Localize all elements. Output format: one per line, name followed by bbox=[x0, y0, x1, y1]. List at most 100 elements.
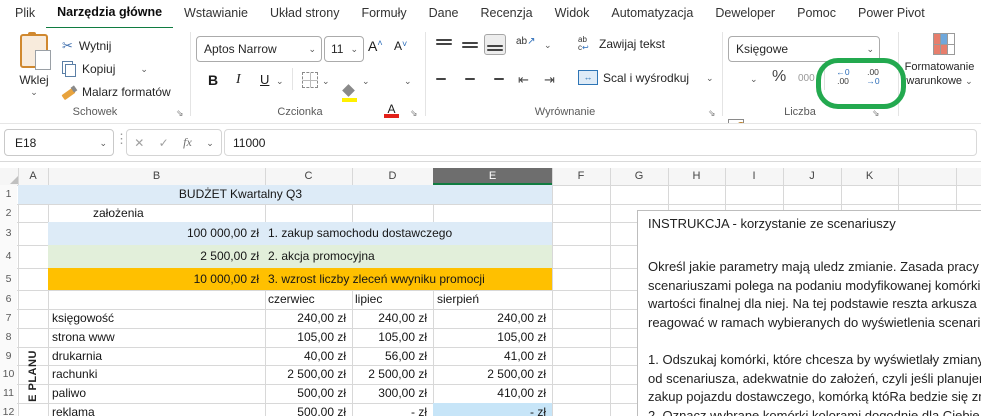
tab-dane[interactable]: Dane bbox=[418, 0, 470, 28]
tab-automatyzacja[interactable]: Automatyzacja bbox=[600, 0, 704, 28]
align-top-icon[interactable] bbox=[436, 38, 452, 53]
cell-value[interactable]: 500,00 zł bbox=[266, 403, 346, 416]
select-all-corner[interactable] bbox=[10, 176, 18, 184]
cell-value[interactable]: 105,00 zł bbox=[266, 328, 346, 347]
cell-value[interactable]: 105,00 zł bbox=[434, 328, 546, 347]
row-header-4[interactable]: 4 bbox=[0, 245, 17, 268]
format-painter-button[interactable]: Malarz formatów bbox=[61, 85, 171, 101]
instruction-textbox[interactable]: INSTRUKCJA - korzystanie ze scenariuszy … bbox=[637, 210, 981, 416]
row-header-12[interactable]: 12 bbox=[0, 403, 17, 416]
fill-color-icon[interactable] bbox=[342, 84, 358, 102]
cell-value[interactable]: 41,00 zł bbox=[434, 347, 546, 365]
decrease-indent-icon[interactable]: ⇤ bbox=[518, 72, 529, 88]
font-color-icon[interactable]: A bbox=[384, 102, 399, 118]
row-header-11[interactable]: 11 bbox=[0, 384, 17, 403]
row-header-5[interactable]: 5 bbox=[0, 268, 17, 290]
formula-input[interactable]: 11000 bbox=[224, 129, 977, 156]
cell-assumptions[interactable]: założenia bbox=[93, 204, 263, 222]
cell-expense-name[interactable]: księgowość bbox=[52, 309, 262, 328]
font-dialog-launcher[interactable]: ⇘ bbox=[410, 108, 418, 118]
cell-value[interactable]: - zł bbox=[434, 403, 546, 416]
underline-menu-chevron[interactable]: ⌄ bbox=[276, 76, 284, 86]
row-header-9[interactable]: 9 bbox=[0, 347, 17, 365]
column-header-i[interactable]: I bbox=[725, 168, 783, 185]
column-header-j[interactable]: J bbox=[783, 168, 841, 185]
font-name-combo[interactable]: Aptos Narrow ⌄ bbox=[196, 36, 322, 62]
accounting-format-chevron[interactable]: ⌄ bbox=[750, 74, 758, 84]
cell-value[interactable]: 500,00 zł bbox=[266, 384, 346, 403]
cell-value[interactable]: 2 500,00 zł bbox=[434, 365, 546, 384]
name-box[interactable]: E18 ⌄ bbox=[4, 129, 114, 156]
cell-expense-name[interactable]: reklama bbox=[52, 403, 262, 416]
column-header-d[interactable]: D bbox=[352, 168, 433, 185]
column-header-g[interactable]: G bbox=[610, 168, 668, 185]
copy-button[interactable]: Kopiuj ⌄ bbox=[62, 61, 148, 77]
column-header-c[interactable]: C bbox=[265, 168, 352, 185]
column-header-f[interactable]: F bbox=[552, 168, 610, 185]
cell-value[interactable]: 240,00 zł bbox=[266, 309, 346, 328]
tab-wstawianie[interactable]: Wstawianie bbox=[173, 0, 259, 28]
cell-scenario3-amount[interactable]: 10 000,00 zł bbox=[50, 268, 259, 290]
cell-value[interactable]: 240,00 zł bbox=[434, 309, 546, 328]
tab-uklad-strony[interactable]: Układ strony bbox=[259, 0, 350, 28]
cell-scenario1-label[interactable]: 1. zakup samochodu dostawczego bbox=[268, 222, 550, 245]
cell-value[interactable]: 300,00 zł bbox=[354, 384, 427, 403]
row-header-1[interactable]: 1 bbox=[0, 185, 17, 204]
enter-icon[interactable]: ✓ bbox=[159, 136, 169, 150]
row-header-2[interactable]: 2 bbox=[0, 204, 17, 222]
cell-month-czerwiec[interactable]: czerwiec bbox=[268, 290, 350, 309]
cell-expense-name[interactable]: strona www bbox=[52, 328, 262, 347]
tab-narzedzia-glowne[interactable]: Narzędzia główne bbox=[46, 0, 174, 30]
cell-value[interactable]: 56,00 zł bbox=[354, 347, 427, 365]
orientation-icon[interactable]: ab↗ bbox=[516, 36, 536, 47]
cell-month-sierpien[interactable]: sierpień bbox=[437, 290, 550, 309]
cell-month-lipiec[interactable]: lipiec bbox=[355, 290, 431, 309]
cell-value[interactable]: 240,00 zł bbox=[354, 309, 427, 328]
cell-title[interactable]: BUDŻET Kwartalny Q3 bbox=[48, 185, 433, 204]
comma-style-button[interactable]: 000 bbox=[798, 73, 815, 84]
column-header-k[interactable]: K bbox=[841, 168, 898, 185]
wrap-text-button[interactable]: ab c↩ Zawijaj tekst bbox=[578, 36, 665, 52]
tab-deweloper[interactable]: Deweloper bbox=[704, 0, 786, 28]
cell-value[interactable]: 2 500,00 zł bbox=[354, 365, 427, 384]
tab-plik[interactable]: Plik bbox=[4, 0, 46, 28]
number-dialog-launcher[interactable]: ⇘ bbox=[872, 108, 880, 118]
font-color-chevron[interactable]: ⌄ bbox=[404, 76, 412, 86]
align-right-icon[interactable] bbox=[488, 72, 504, 86]
cell-scenario3-label[interactable]: 3. wzrost liczby zleceń wwyniku promocji bbox=[268, 268, 550, 290]
insert-function-icon[interactable]: fx bbox=[183, 135, 192, 150]
font-size-combo[interactable]: 11 ⌄ bbox=[324, 36, 364, 62]
align-middle-icon[interactable] bbox=[462, 38, 478, 52]
row-header-7[interactable]: 7 bbox=[0, 309, 17, 328]
cell-scenario2-amount[interactable]: 2 500,00 zł bbox=[50, 245, 259, 268]
cell-value[interactable]: 2 500,00 zł bbox=[266, 365, 346, 384]
increase-indent-icon[interactable]: ⇥ bbox=[544, 72, 555, 88]
row-header-8[interactable]: 8 bbox=[0, 328, 17, 347]
row-header-3[interactable]: 3 bbox=[0, 222, 17, 245]
cell-scenario1-amount[interactable]: 100 000,00 zł bbox=[50, 222, 259, 245]
cell-expense-name[interactable]: rachunki bbox=[52, 365, 262, 384]
borders-menu-chevron[interactable]: ⌄ bbox=[322, 76, 330, 86]
row-header-10[interactable]: 10 bbox=[0, 365, 17, 384]
alignment-dialog-launcher[interactable]: ⇘ bbox=[708, 108, 716, 118]
cell-value[interactable]: 40,00 zł bbox=[266, 347, 346, 365]
chevron-down-icon[interactable]: ⌄ bbox=[206, 138, 214, 148]
cut-button[interactable]: ✂ Wytnij bbox=[62, 38, 111, 54]
tab-pomoc[interactable]: Pomoc bbox=[786, 0, 847, 28]
italic-button[interactable]: I bbox=[236, 72, 241, 88]
merge-center-button[interactable]: ↔ Scal i wyśrodkuj ⌄ bbox=[578, 70, 714, 85]
cell-value[interactable]: 105,00 zł bbox=[354, 328, 427, 347]
align-left-icon[interactable] bbox=[436, 72, 452, 86]
align-bottom-icon[interactable] bbox=[484, 34, 506, 55]
tab-widok[interactable]: Widok bbox=[544, 0, 601, 28]
clipboard-dialog-launcher[interactable]: ⇘ bbox=[176, 108, 184, 118]
orientation-chevron[interactable]: ⌄ bbox=[544, 40, 552, 50]
tab-recenzja[interactable]: Recenzja bbox=[470, 0, 544, 28]
align-center-icon[interactable] bbox=[462, 72, 478, 86]
fill-color-chevron[interactable]: ⌄ bbox=[362, 76, 370, 86]
column-header-b[interactable]: B bbox=[48, 168, 265, 185]
row-header-6[interactable]: 6 bbox=[0, 290, 17, 309]
percent-style-button[interactable]: % bbox=[772, 68, 786, 86]
underline-button[interactable]: U bbox=[260, 72, 269, 87]
cancel-icon[interactable]: ✕ bbox=[134, 136, 144, 150]
